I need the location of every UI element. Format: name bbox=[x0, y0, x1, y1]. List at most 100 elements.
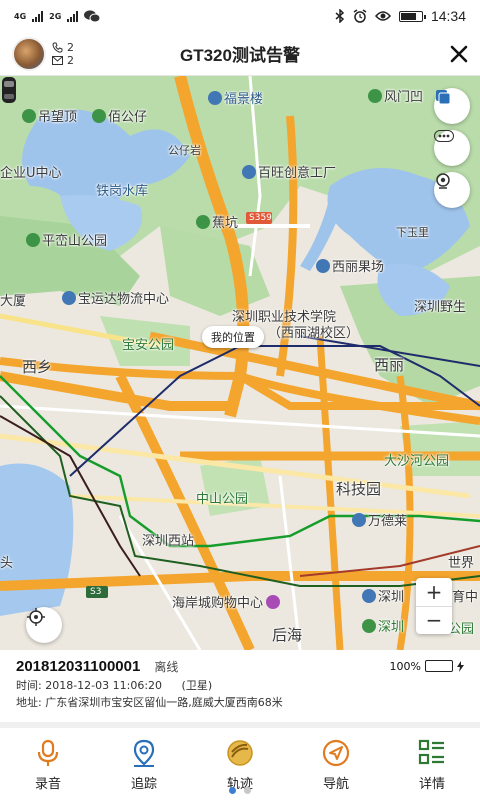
device-info-panel: 201812031100001 离线 100% 时间: 2018-12-03 1… bbox=[0, 650, 480, 714]
map-label-houhai[interactable]: 后海 bbox=[272, 624, 302, 645]
page-indicator bbox=[0, 787, 480, 794]
map-label-kejiyuan[interactable]: 科技园 bbox=[336, 478, 381, 499]
shopping-icon bbox=[266, 595, 281, 609]
map-label-baigonglou[interactable]: 佰公仔 bbox=[92, 106, 147, 125]
truck-icon bbox=[62, 291, 76, 305]
highway-shield-s359: S359 bbox=[249, 213, 272, 223]
map-base bbox=[0, 76, 480, 650]
device-id: 201812031100001 bbox=[16, 657, 141, 675]
map-label-wandelai[interactable]: 万德莱 bbox=[352, 510, 407, 529]
status-bar: 4G 2G 14:34 bbox=[0, 0, 480, 32]
eye-icon bbox=[374, 11, 391, 21]
bluetooth-icon bbox=[335, 9, 345, 23]
details-icon bbox=[417, 738, 447, 768]
microphone-icon bbox=[33, 738, 63, 768]
more-button[interactable] bbox=[434, 130, 470, 166]
map-label-fujinglou[interactable]: 福景楼 bbox=[208, 88, 263, 107]
map-label-tiegang[interactable]: 铁岗水库 bbox=[96, 180, 148, 199]
stadium-icon bbox=[362, 589, 376, 603]
device-status: 离线 bbox=[154, 659, 179, 674]
network-2-label: 2G bbox=[49, 11, 62, 21]
map-label-shenzhen-bay[interactable]: 深圳 bbox=[362, 586, 404, 605]
map-label-haian[interactable]: 海岸城购物中心 bbox=[172, 592, 282, 611]
device-address: 地址: 广东省深圳市宝安区留仙一路,庭威大厦西南68米 bbox=[16, 696, 283, 709]
map-label-baoan-park[interactable]: 宝安公园 bbox=[122, 334, 174, 353]
device-time-row: 时间: 2018-12-03 11:06:20 (卫星) bbox=[16, 679, 464, 693]
my-position-bubble[interactable]: 我的位置 bbox=[202, 326, 264, 348]
locate-button[interactable] bbox=[26, 607, 62, 643]
device-time: 时间: 2018-12-03 11:06:20 bbox=[16, 679, 163, 692]
notification-counts: 2 2 bbox=[52, 41, 74, 67]
battery-icon bbox=[398, 10, 426, 22]
page-dot-active bbox=[229, 787, 236, 794]
network-1-label: 4G bbox=[14, 11, 27, 21]
calls-count-row[interactable]: 2 bbox=[52, 41, 74, 54]
map-label-dashahe[interactable]: 大沙河公园 bbox=[384, 450, 449, 469]
battery-percent: 100% bbox=[389, 659, 421, 673]
camera-button[interactable] bbox=[434, 172, 470, 208]
app-header: 2 2 GT320测试告警 bbox=[0, 32, 480, 76]
car-marker-icon[interactable] bbox=[0, 76, 18, 104]
avatar[interactable] bbox=[12, 36, 46, 71]
label-text: 西丽果场 bbox=[332, 260, 385, 275]
park-icon bbox=[26, 233, 40, 247]
map-label-shenzhen-bay-park[interactable]: 深圳 bbox=[362, 616, 404, 635]
map-label-xiaxiali[interactable]: 下玉里 bbox=[396, 224, 429, 240]
calls-count: 2 bbox=[67, 40, 74, 54]
map-label-shijie[interactable]: 世界 bbox=[448, 552, 474, 571]
close-button[interactable] bbox=[450, 40, 468, 68]
label-text: 百旺创意工厂 bbox=[258, 166, 337, 181]
zoom-in-button[interactable]: + bbox=[416, 578, 452, 606]
charging-icon bbox=[457, 660, 464, 672]
map-label-baoyunda[interactable]: 宝运达物流中心 bbox=[62, 288, 169, 307]
label-text: 深圳 bbox=[378, 620, 405, 635]
map-view[interactable]: 福景楼 风门凹 吊望顶 佰公仔 公仔岩 百旺创意工厂 企业U中心 铁岗水库 蕉坑… bbox=[0, 76, 480, 650]
map-label-dasha[interactable]: 大厦 bbox=[0, 290, 26, 309]
map-label-shenzhen-west[interactable]: 深圳西站 bbox=[142, 530, 194, 549]
map-label-tou[interactable]: 头 bbox=[0, 552, 13, 571]
map-label-chanye[interactable]: 企业U中心 bbox=[0, 162, 62, 181]
map-label-baiwang[interactable]: 百旺创意工厂 bbox=[242, 162, 336, 181]
map-label-gongziyan[interactable]: 公仔岩 bbox=[168, 142, 201, 158]
label-text: 风门凹 bbox=[384, 90, 424, 105]
map-label-zhongshan[interactable]: 中山公园 bbox=[196, 488, 248, 507]
status-left: 4G 2G bbox=[14, 9, 101, 23]
building-icon bbox=[316, 259, 330, 273]
mountain-icon bbox=[196, 215, 210, 229]
track-icon bbox=[225, 738, 255, 768]
location-pin-icon bbox=[129, 738, 159, 768]
layers-icon bbox=[436, 90, 451, 105]
status-right: 14:34 bbox=[335, 8, 466, 24]
label-text: 吊望顶 bbox=[38, 110, 78, 125]
map-label-xixiang[interactable]: 西乡 bbox=[22, 356, 52, 377]
mail-icon bbox=[52, 55, 63, 65]
label-text: 万德莱 bbox=[368, 514, 408, 529]
positioning-mode: (卫星) bbox=[181, 679, 213, 692]
building-icon bbox=[208, 91, 222, 105]
map-label-xili[interactable]: 西丽 bbox=[374, 354, 404, 375]
layers-button[interactable] bbox=[434, 88, 470, 124]
messages-count-row[interactable]: 2 bbox=[52, 54, 74, 67]
label-text: 深圳 bbox=[378, 590, 405, 605]
navigation-icon bbox=[321, 738, 351, 768]
close-icon bbox=[450, 45, 468, 62]
label-text: 佰公仔 bbox=[108, 110, 148, 125]
mountain-icon bbox=[368, 89, 382, 103]
mountain-icon bbox=[22, 109, 36, 123]
signal-1-icon bbox=[32, 10, 44, 22]
wechat-icon bbox=[84, 9, 101, 22]
map-label-jiaokeng[interactable]: 蕉坑 bbox=[196, 212, 238, 231]
map-label-xili-orchard[interactable]: 西丽果场 bbox=[316, 256, 384, 275]
zoom-control: + − bbox=[416, 578, 452, 634]
map-label-diaowangding[interactable]: 吊望顶 bbox=[22, 106, 77, 125]
map-label-fengmenao[interactable]: 风门凹 bbox=[368, 86, 423, 105]
mountain-icon bbox=[92, 109, 106, 123]
map-label-polytech-campus[interactable]: （西丽湖校区） bbox=[268, 322, 359, 341]
map-label-pingluan[interactable]: 平峦山公园 bbox=[26, 230, 107, 249]
map-label-shenzhen-wild[interactable]: 深圳野生 bbox=[414, 296, 466, 315]
map-label-yuzhong[interactable]: 育中 bbox=[452, 586, 478, 605]
label-text: 宝运达物流中心 bbox=[78, 292, 170, 307]
zoom-out-button[interactable]: − bbox=[416, 605, 452, 635]
label-text: 福景楼 bbox=[224, 92, 264, 107]
highway-shield-s3: S3 bbox=[90, 587, 102, 597]
